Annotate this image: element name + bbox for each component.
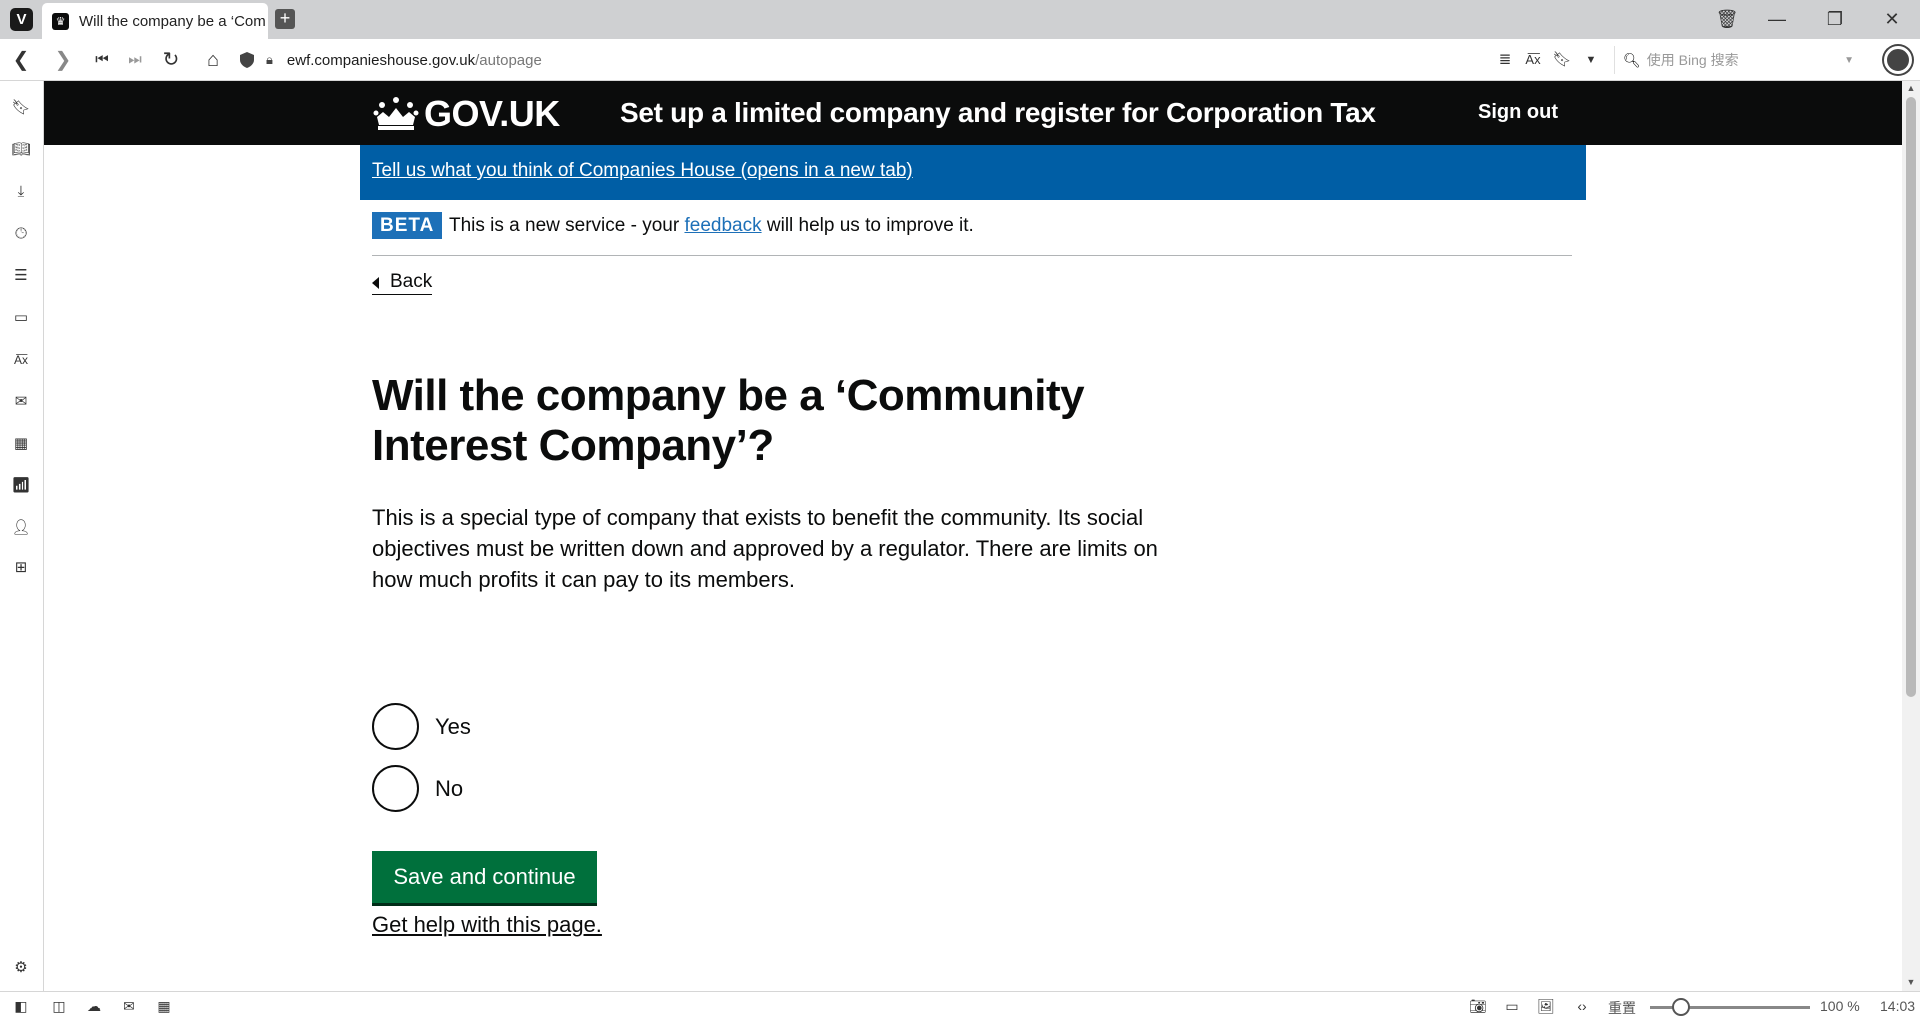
screenshot-icon[interactable]: 📷︎ xyxy=(1467,996,1489,1016)
save-and-continue-button[interactable]: Save and continue xyxy=(372,851,597,903)
browser-address-bar: ❮ ❯ ⏮ ⏭ ↻ ⌂ 🔒︎ ewf.companieshouse.gov.uk… xyxy=(0,39,1920,81)
search-placeholder: 使用 Bing 搜索 xyxy=(1646,52,1739,68)
back-icon[interactable]: ❮ xyxy=(8,47,34,73)
browser-tab-bar: V ♛ Will the company be a ‘Com + 🗑 — ❐ ✕ xyxy=(0,0,1920,39)
window-panel-icon[interactable]: ▭ xyxy=(10,307,32,329)
page-viewport: GOV.UK Set up a limited company and regi… xyxy=(44,81,1902,991)
scrollbar-thumb[interactable] xyxy=(1906,97,1916,697)
zoom-reset-label[interactable]: 重置 xyxy=(1608,998,1636,1018)
vivaldi-menu-icon[interactable]: V xyxy=(10,8,33,31)
calendar-icon[interactable]: ▦ xyxy=(10,433,32,455)
get-help-link[interactable]: Get help with this page. xyxy=(372,912,602,938)
tab-title: Will the company be a ‘Com xyxy=(79,12,266,30)
profile-avatar[interactable] xyxy=(1884,46,1912,74)
feedback-survey-link[interactable]: Tell us what you think of Companies Hous… xyxy=(372,160,913,182)
back-link[interactable]: Back xyxy=(372,271,433,295)
radio-button-no[interactable] xyxy=(372,765,419,812)
translate-icon[interactable]: A͞x xyxy=(1522,49,1544,71)
url-field[interactable]: 🔒︎ ewf.companieshouse.gov.uk/autopage xyxy=(240,45,1605,75)
feedback-banner: Tell us what you think of Companies Hous… xyxy=(360,145,1586,200)
sync-cloud-icon[interactable]: ☁︎ xyxy=(83,996,105,1016)
crown-favicon-icon: ♛ xyxy=(52,12,69,30)
page-scrollbar[interactable]: ▲ ▼ xyxy=(1902,81,1920,991)
phase-message: This is a new service - your feedback wi… xyxy=(449,215,974,236)
radio-label-no[interactable]: No xyxy=(435,776,463,802)
close-window-icon[interactable]: ✕ xyxy=(1877,6,1907,32)
trash-icon[interactable]: 🗑 xyxy=(1712,6,1742,32)
zoom-percent: 100 % xyxy=(1820,998,1860,1014)
browser-tab-active[interactable]: ♛ Will the company be a ‘Com xyxy=(42,3,268,39)
minimize-icon[interactable]: — xyxy=(1762,6,1792,32)
mail-icon[interactable]: ✉︎ xyxy=(10,391,32,413)
contacts-icon[interactable]: 👤︎ xyxy=(10,517,32,539)
home-icon[interactable]: ⌂ xyxy=(200,47,226,73)
radio-button-yes[interactable] xyxy=(372,703,419,750)
browser-side-panel: 🔖︎ 📖︎ ⤓ 🕒︎ ☰ ▭ A͞x ✉︎ ▦ 📶︎ 👤︎ ⊞ ⚙︎ xyxy=(0,81,44,991)
notes-icon[interactable]: ☰ xyxy=(10,265,32,287)
radio-label-yes[interactable]: Yes xyxy=(435,714,471,740)
search-field[interactable]: 🔍︎ 使用 Bing 搜索 ▼ xyxy=(1614,46,1864,74)
scroll-up-icon[interactable]: ▲ xyxy=(1906,83,1916,93)
tiling-icon[interactable]: ▭ xyxy=(1501,996,1523,1016)
govuk-logo[interactable]: GOV.UK xyxy=(424,93,560,135)
reading-list-icon[interactable]: 📖︎ xyxy=(10,139,32,161)
beta-tag: BETA xyxy=(372,212,443,239)
fast-forward-icon[interactable]: ⏭ xyxy=(122,47,148,73)
forward-icon[interactable]: ❯ xyxy=(50,47,76,73)
back-arrow-icon xyxy=(372,277,379,289)
service-name[interactable]: Set up a limited company and register fo… xyxy=(620,97,1376,129)
mail-status-icon[interactable]: ✉︎ xyxy=(118,996,140,1016)
panel-toggle-icon[interactable]: ◧ xyxy=(10,996,32,1016)
sign-out-link[interactable]: Sign out xyxy=(1478,101,1558,124)
new-tab-icon[interactable]: + xyxy=(275,9,295,29)
add-panel-icon[interactable]: ⊞ xyxy=(10,557,32,579)
zoom-slider-handle[interactable] xyxy=(1672,998,1690,1016)
scroll-down-icon[interactable]: ▼ xyxy=(1906,977,1916,987)
page-title: Will the company be a ‘Community Interes… xyxy=(372,371,1085,470)
image-toggle-icon[interactable]: 🖼︎ xyxy=(1535,996,1557,1016)
rewind-icon[interactable]: ⏮ xyxy=(89,47,115,73)
page-actions-icon[interactable]: ‹› xyxy=(1571,996,1593,1016)
reload-icon[interactable]: ↻ xyxy=(158,47,184,73)
search-icon: 🔍︎ xyxy=(1623,51,1641,68)
question-hint: This is a special type of company that e… xyxy=(372,505,1158,592)
chevron-down-icon[interactable]: ▼ xyxy=(1844,55,1854,66)
settings-gear-icon[interactable]: ⚙︎ xyxy=(10,957,32,979)
clock: 14:03 xyxy=(1880,998,1916,1014)
shield-icon xyxy=(240,52,254,68)
radio-option-yes[interactable]: Yes xyxy=(372,703,471,750)
radio-option-no[interactable]: No xyxy=(372,765,463,812)
govuk-header: GOV.UK Set up a limited company and regi… xyxy=(44,81,1902,145)
feeds-icon[interactable]: 📶︎ xyxy=(10,475,32,497)
browser-status-bar: ◧ ◫ ☁︎ ✉︎ ▦ 📷︎ ▭ 🖼︎ ‹› 重置 100 % 14:03 xyxy=(0,991,1920,1020)
history-icon[interactable]: 🕒︎ xyxy=(10,223,32,245)
phase-banner: BETA This is a new service - your feedba… xyxy=(372,212,1572,256)
tab-tiling-icon[interactable]: ◫ xyxy=(48,996,70,1016)
bookmarks-panel-icon[interactable]: 🔖︎ xyxy=(10,97,32,119)
crown-logo-icon xyxy=(373,97,419,130)
downloads-icon[interactable]: ⤓ xyxy=(10,181,32,203)
feedback-link[interactable]: feedback xyxy=(684,215,761,236)
calendar-status-icon[interactable]: ▦ xyxy=(153,996,175,1016)
url-text: ewf.companieshouse.gov.uk/autopage xyxy=(286,51,542,69)
dropdown-icon[interactable]: ▼ xyxy=(1580,49,1602,71)
reader-view-icon[interactable]: ≣ xyxy=(1494,49,1516,71)
bookmark-icon[interactable]: 🔖︎ xyxy=(1551,49,1573,71)
restore-icon[interactable]: ❐ xyxy=(1820,6,1850,32)
lock-icon: 🔒︎ xyxy=(266,52,273,67)
translate-panel-icon[interactable]: A͞x xyxy=(10,349,32,371)
